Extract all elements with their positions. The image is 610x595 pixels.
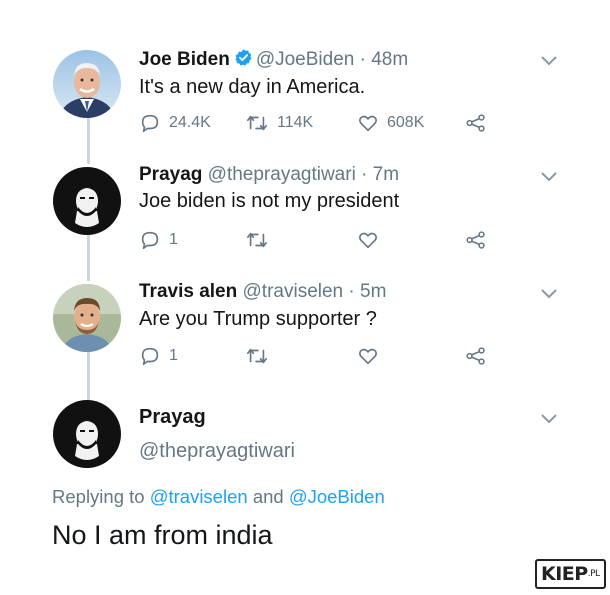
tweet-header: Joe Biden @JoeBiden · 48m [139, 48, 408, 73]
share-button[interactable] [465, 229, 487, 251]
mention-link[interactable]: @traviselen [150, 486, 248, 507]
like-button[interactable] [357, 345, 379, 367]
avatar-prayag-focused[interactable] [53, 400, 121, 468]
tweet-text: It's a new day in America. [139, 76, 366, 98]
replying-and: and [252, 486, 284, 507]
retweet-icon [247, 348, 267, 364]
tweet-actions: 1 [139, 345, 499, 369]
display-name[interactable]: Travis alen [139, 281, 237, 302]
timestamp[interactable]: · 7m [361, 164, 399, 185]
mention-link[interactable]: @JoeBiden [289, 486, 385, 507]
tweet-actions: 1 [139, 229, 499, 253]
retweet-icon [247, 115, 267, 131]
tweet-text: Joe biden is not my president [139, 190, 400, 212]
avatar-travis-alen[interactable] [53, 284, 121, 352]
reply-count: 1 [169, 231, 178, 248]
tweet-actions: 24.4K 114K 608K [139, 112, 499, 136]
user-handle[interactable]: @theprayagtiwari [208, 164, 356, 185]
reply-button[interactable]: 1 [139, 345, 178, 367]
replying-to: Replying to @traviselen and @JoeBiden [52, 486, 385, 508]
chevron-down-icon[interactable] [540, 287, 558, 299]
avatar-prayag[interactable] [53, 167, 121, 235]
like-count: 608K [387, 114, 425, 131]
like-button[interactable] [357, 229, 379, 251]
reply-count: 24.4K [169, 114, 211, 131]
watermark-main: KIEP [541, 563, 588, 585]
timestamp[interactable]: · 48m [360, 49, 409, 70]
display-name[interactable]: Joe Biden [139, 49, 230, 70]
replying-prefix: Replying to [52, 486, 145, 507]
watermark-suffix: .PL [587, 569, 600, 579]
tweet-joe-biden[interactable]: Joe Biden @JoeBiden · 48m It's a new day … [0, 0, 610, 140]
retweet-icon [247, 232, 267, 248]
thread-line [87, 233, 90, 281]
like-icon [359, 115, 377, 132]
tweet-header: Travis alen @traviselen · 5m [139, 281, 386, 303]
retweet-button[interactable] [245, 229, 269, 251]
user-handle[interactable]: @theprayagtiwari [139, 440, 295, 463]
user-handle[interactable]: @JoeBiden [256, 49, 355, 70]
thread-line [87, 350, 90, 400]
display-name[interactable]: Prayag [139, 164, 202, 185]
like-icon [359, 232, 377, 249]
reply-icon [141, 347, 159, 366]
share-button[interactable] [465, 345, 487, 367]
tweet-text: Are you Trump supporter ? [139, 308, 377, 330]
reply-button[interactable]: 1 [139, 229, 178, 251]
reply-count: 1 [169, 347, 178, 364]
like-icon [359, 348, 377, 365]
chevron-down-icon[interactable] [540, 412, 558, 424]
avatar-joe-biden[interactable] [53, 50, 121, 118]
reply-icon [141, 114, 159, 133]
display-name[interactable]: Prayag [139, 406, 206, 429]
chevron-down-icon[interactable] [540, 54, 558, 66]
retweet-button[interactable] [245, 345, 269, 367]
reply-button[interactable]: 24.4K [139, 112, 211, 134]
timestamp[interactable]: · 5m [348, 281, 386, 302]
share-icon [466, 114, 485, 132]
share-button[interactable] [465, 112, 487, 134]
tweet-header: Prayag @theprayagtiwari · 7m [139, 164, 399, 186]
retweet-button[interactable]: 114K [245, 112, 313, 134]
tweet-text: No I am from india [52, 520, 273, 550]
chevron-down-icon[interactable] [540, 170, 558, 182]
share-icon [466, 347, 485, 365]
like-button[interactable]: 608K [357, 112, 424, 134]
reply-icon [141, 231, 159, 250]
share-icon [466, 231, 485, 249]
verified-badge-icon [234, 48, 253, 73]
watermark-logo: KIEP.PL [535, 559, 606, 589]
user-handle[interactable]: @traviselen [243, 281, 344, 302]
retweet-count: 114K [277, 114, 314, 131]
